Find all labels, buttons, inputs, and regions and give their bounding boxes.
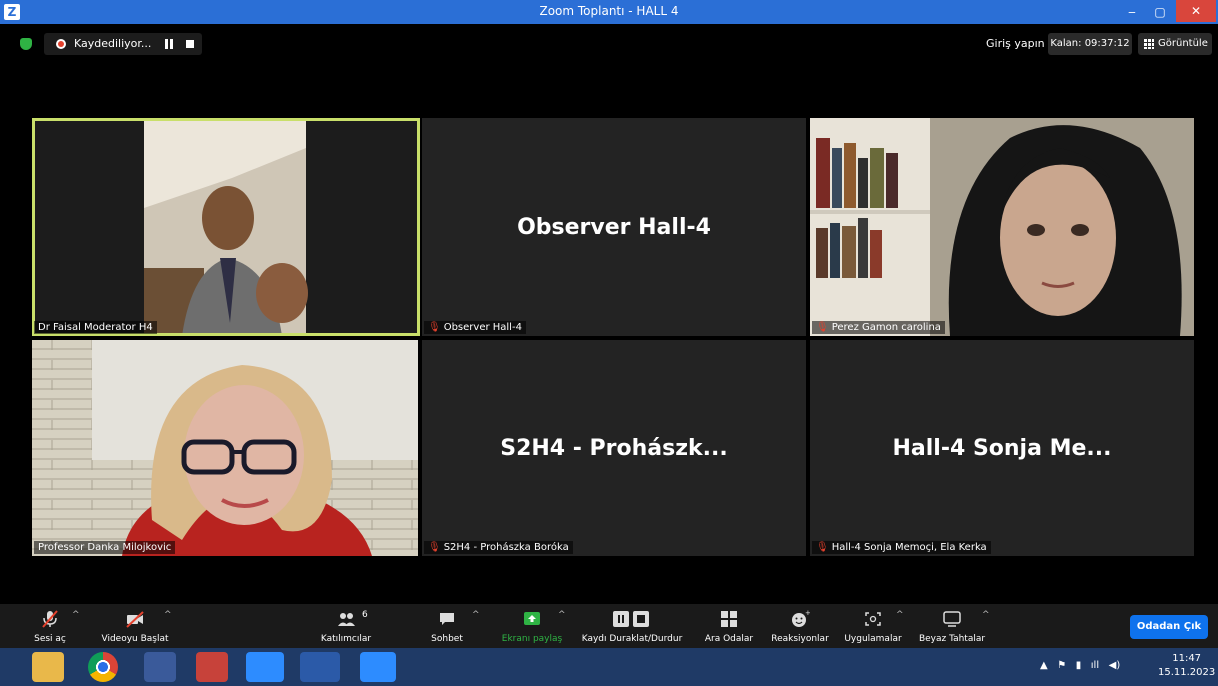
participants-label: Katılımcılar bbox=[320, 634, 372, 644]
title-bar: Z Zoom Toplantı - HALL 4 ‒ ▢ ✕ bbox=[0, 0, 1218, 24]
muted-mic-icon: 🎙 bbox=[428, 542, 441, 553]
unmute-button[interactable]: ^ Sesi aç bbox=[22, 604, 80, 648]
chrome-icon[interactable] bbox=[88, 652, 118, 682]
reactions-icon: + bbox=[792, 610, 810, 627]
view-button[interactable]: Görüntüle bbox=[1138, 33, 1212, 55]
apps-icon bbox=[865, 612, 881, 626]
participant-name-label: 🎙 Hall-4 Sonja Memoçi, Ela Kerka bbox=[812, 541, 991, 554]
apps-button[interactable]: ^ Uygulamalar bbox=[840, 604, 906, 648]
whiteboards-button[interactable]: ^ Beyaz Tahtalar bbox=[914, 604, 990, 648]
system-tray[interactable]: ▲ ⚑ ▮ ıll ◀) bbox=[1040, 660, 1120, 671]
participants-icon bbox=[338, 613, 355, 626]
muted-mic-icon: 🎙 bbox=[816, 322, 829, 333]
grid-view-icon bbox=[1144, 39, 1154, 49]
remaining-time-badge: Kalan: 09:37:12 bbox=[1048, 33, 1132, 55]
video-options-chevron-icon[interactable]: ^ bbox=[164, 610, 172, 620]
breakout-rooms-label: Ara Odalar bbox=[704, 634, 754, 644]
encryption-shield-icon[interactable] bbox=[20, 38, 32, 50]
reactions-label: Reaksiyonlar bbox=[771, 634, 829, 644]
participant-video-professor-danka bbox=[32, 340, 418, 556]
clock-time: 11:47 bbox=[1172, 653, 1202, 664]
video-tile-dr-faisal[interactable]: Dr Faisal Moderator H4 bbox=[32, 118, 420, 336]
muted-microphone-icon bbox=[42, 610, 58, 628]
chat-icon bbox=[440, 613, 454, 625]
video-tile-observer[interactable]: Observer Hall-4 🎙 Observer Hall-4 bbox=[422, 118, 806, 336]
leave-meeting-button[interactable]: Odadan Çık bbox=[1130, 615, 1208, 639]
login-link[interactable]: Giriş yapın bbox=[986, 37, 1045, 50]
whiteboard-icon bbox=[943, 611, 961, 627]
apps-label: Uygulamalar bbox=[844, 634, 902, 644]
video-off-icon bbox=[126, 611, 144, 628]
window-title: Zoom Toplantı - HALL 4 bbox=[539, 4, 679, 18]
apps-options-chevron-icon[interactable]: ^ bbox=[896, 610, 904, 620]
view-label: Görüntüle bbox=[1158, 38, 1208, 49]
minimize-button[interactable]: ‒ bbox=[1120, 2, 1144, 22]
participant-name-text: Perez Gamon carolina bbox=[831, 322, 941, 333]
chat-button[interactable]: ^ Sohbet bbox=[424, 604, 479, 648]
chat-options-chevron-icon[interactable]: ^ bbox=[472, 610, 480, 620]
whiteboards-options-chevron-icon[interactable]: ^ bbox=[982, 610, 990, 620]
video-tile-s2h4-prohaszka[interactable]: S2H4 - Prohászk... 🎙 S2H4 - Prohászka Bor… bbox=[422, 340, 806, 556]
participant-display-name: Hall-4 Sonja Me... bbox=[892, 435, 1112, 461]
record-dot-icon bbox=[56, 39, 66, 49]
video-tile-professor-danka[interactable]: Professor Danka Milojkovic bbox=[32, 340, 418, 556]
meeting-toolbar: ^ Sesi aç ^ Videoyu Başlat 6 Katılımcıla… bbox=[0, 604, 1218, 648]
participant-name-text: Hall-4 Sonja Memoçi, Ela Kerka bbox=[831, 542, 987, 553]
video-tile-perez-gamon[interactable]: 🎙 Perez Gamon carolina bbox=[810, 118, 1194, 336]
participant-name-label: 🎙 Perez Gamon carolina bbox=[812, 321, 945, 334]
recording-label: Kaydediliyor... bbox=[74, 37, 152, 50]
start-video-label: Videoyu Başlat bbox=[101, 634, 169, 644]
participant-name-label: Professor Danka Milojkovic bbox=[34, 541, 176, 554]
word-icon[interactable] bbox=[300, 652, 340, 682]
record-pause-stop-button[interactable]: Kaydı Duraklat/Durdur bbox=[574, 604, 690, 648]
participant-name-label: 🎙 Observer Hall-4 bbox=[424, 321, 526, 334]
unmute-label: Sesi aç bbox=[34, 634, 66, 644]
muted-mic-icon: 🎙 bbox=[428, 322, 441, 333]
participant-video-dr-faisal bbox=[32, 118, 420, 336]
muted-mic-icon: 🎙 bbox=[816, 542, 829, 553]
participants-count: 6 bbox=[362, 610, 368, 620]
pause-stop-record-icon bbox=[613, 611, 649, 627]
participant-name-label: 🎙 S2H4 - Prohászka Boróka bbox=[424, 541, 573, 554]
participant-display-name: S2H4 - Prohászk... bbox=[500, 435, 728, 461]
stop-recording-icon[interactable] bbox=[186, 40, 194, 48]
close-button[interactable]: ✕ bbox=[1176, 0, 1216, 22]
share-screen-button[interactable]: ^ Ekranı paylaş bbox=[494, 604, 570, 648]
zoom-taskbar-icon-2[interactable] bbox=[360, 652, 396, 682]
whiteboards-label: Beyaz Tahtalar bbox=[918, 634, 986, 644]
participant-video-perez-gamon bbox=[810, 118, 1194, 336]
zoom-taskbar-icon[interactable] bbox=[246, 652, 284, 682]
audio-options-chevron-icon[interactable]: ^ bbox=[72, 610, 80, 620]
breakout-rooms-button[interactable]: Ara Odalar bbox=[700, 604, 758, 648]
gimp-icon[interactable] bbox=[144, 652, 176, 682]
maximize-button[interactable]: ▢ bbox=[1148, 2, 1172, 22]
video-tile-hall4-sonja[interactable]: Hall-4 Sonja Me... 🎙 Hall-4 Sonja Memoçi,… bbox=[810, 340, 1194, 556]
windows-taskbar: ▲ ⚑ ▮ ıll ◀) 11:47 15.11.2023 bbox=[0, 648, 1218, 686]
file-explorer-icon[interactable] bbox=[32, 652, 64, 682]
clock-date: 15.11.2023 bbox=[1158, 667, 1216, 678]
share-options-chevron-icon[interactable]: ^ bbox=[558, 610, 566, 620]
participant-name-text: S2H4 - Prohászka Boróka bbox=[443, 542, 569, 553]
chat-label: Sohbet bbox=[431, 634, 463, 644]
start-video-button[interactable]: ^ Videoyu Başlat bbox=[92, 604, 178, 648]
recording-indicator: Kaydediliyor... bbox=[44, 33, 202, 55]
taskbar-clock[interactable]: 11:47 15.11.2023 bbox=[1158, 652, 1215, 680]
share-screen-label: Ekranı paylaş bbox=[501, 634, 563, 644]
meeting-top-bar: Kaydediliyor... Giriş yapın Kalan: 09:37… bbox=[0, 24, 1218, 64]
participant-display-name: Observer Hall-4 bbox=[517, 214, 711, 240]
participants-button[interactable]: 6 Katılımcılar bbox=[314, 604, 378, 648]
paint-icon[interactable] bbox=[196, 652, 228, 682]
participant-name-text: Observer Hall-4 bbox=[443, 322, 522, 333]
share-screen-icon bbox=[524, 612, 540, 625]
record-pause-stop-label: Kaydı Duraklat/Durdur bbox=[581, 634, 683, 644]
participant-name-label: Dr Faisal Moderator H4 bbox=[34, 321, 157, 334]
pause-recording-icon[interactable] bbox=[164, 39, 174, 49]
svg-text:+: + bbox=[805, 610, 810, 617]
reactions-button[interactable]: + Reaksiyonlar bbox=[766, 604, 834, 648]
breakout-rooms-icon bbox=[721, 611, 737, 627]
